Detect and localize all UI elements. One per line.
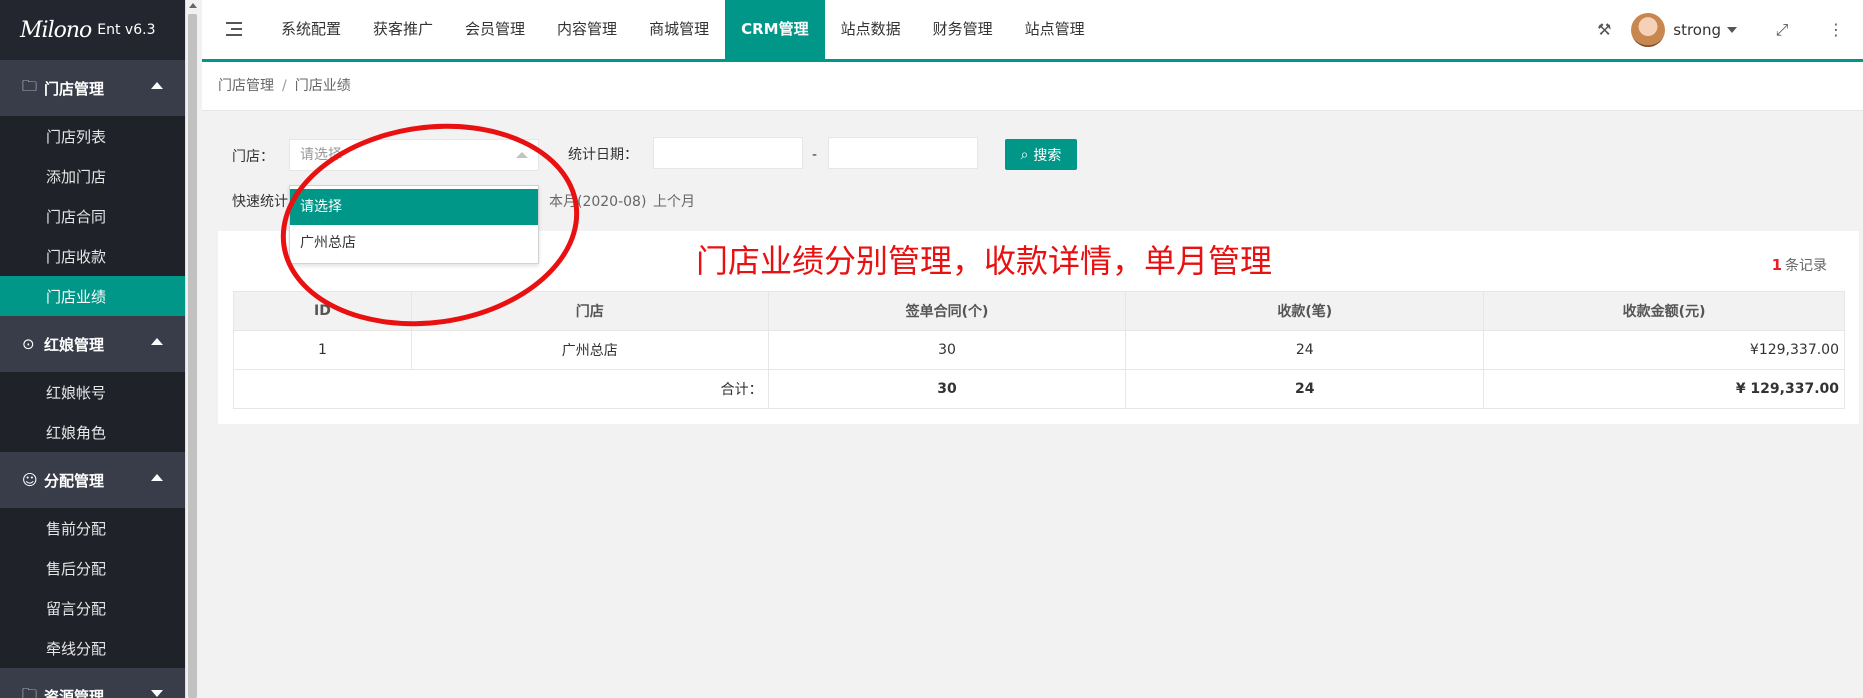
table-row: 1 广州总店 30 24 ¥129,337.00 <box>233 330 1845 370</box>
sidebar: Milono Ent v6.3 🗀 门店管理 门店列表 添加门店 门店合同 门店… <box>0 0 185 698</box>
expand-arrow-icon <box>151 690 163 697</box>
avatar[interactable] <box>1631 12 1666 47</box>
search-button[interactable]: ⌕ 搜索 <box>1005 139 1077 170</box>
headset-icon: ⊙ <box>22 335 35 353</box>
cell-contracts: 30 <box>767 330 1127 370</box>
menu-toggle-icon[interactable] <box>226 22 242 36</box>
cell-store: 广州总店 <box>410 330 769 370</box>
clear-cache-icon[interactable]: ⚒ <box>1591 20 1617 39</box>
quick-stats-label: 快速统计 <box>232 194 288 210</box>
user-assign-icon: ☺ <box>22 471 38 489</box>
sidebar-item-add-store[interactable]: 添加门店 <box>0 156 185 196</box>
nav-promotion[interactable]: 获客推广 <box>357 0 449 59</box>
end-date-input[interactable] <box>828 137 978 169</box>
sidebar-scrollbar[interactable] <box>185 0 199 698</box>
breadcrumb-current: 门店业绩 <box>294 78 351 94</box>
sidebar-item-store-list[interactable]: 门店列表 <box>0 116 185 156</box>
cell-payments: 24 <box>1125 330 1485 370</box>
sidebar-item-message-assign[interactable]: 留言分配 <box>0 588 185 628</box>
header-right: ⚒ strong ⤢ ⋮ <box>1577 0 1863 59</box>
nav-content[interactable]: 内容管理 <box>541 0 633 59</box>
sidebar-group-label: 分配管理 <box>44 471 105 490</box>
nav-site-manage[interactable]: 站点管理 <box>1009 0 1101 59</box>
annotation-text: 门店业绩分别管理，收款详情，单月管理 <box>696 242 1273 280</box>
sidebar-group-assign[interactable]: ☺ 分配管理 <box>0 452 185 508</box>
sidebar-item-matchmaker-account[interactable]: 红娘帐号 <box>0 372 185 412</box>
start-date-input[interactable] <box>653 137 803 169</box>
total-contracts: 30 <box>767 369 1127 409</box>
search-icon: ⌕ <box>1020 146 1029 163</box>
store-label: 门店： <box>232 149 274 165</box>
sidebar-group-label: 红娘管理 <box>44 335 105 354</box>
nav-members[interactable]: 会员管理 <box>449 0 541 59</box>
chevron-down-icon[interactable] <box>1727 26 1737 33</box>
sidebar-item-aftersale-assign[interactable]: 售后分配 <box>0 548 185 588</box>
breadcrumb: 门店管理 / 门店业绩 <box>202 62 1863 111</box>
collapse-arrow-icon <box>151 338 163 345</box>
sidebar-group-store[interactable]: 🗀 门店管理 <box>0 60 185 116</box>
date-separator: - <box>812 147 818 163</box>
sidebar-group-label: 资源管理 <box>44 687 105 698</box>
logo[interactable]: Milono Ent v6.3 <box>0 0 185 60</box>
nav-crm[interactable]: CRM管理 <box>725 0 825 59</box>
record-count-number: 1 <box>1771 256 1782 274</box>
nav-mall[interactable]: 商城管理 <box>633 0 725 59</box>
col-header-amount[interactable]: 收款金额(元) <box>1483 291 1845 331</box>
top-nav: 系统配置 获客推广 会员管理 内容管理 商城管理 CRM管理 站点数据 财务管理… <box>265 0 1101 59</box>
nav-system-config[interactable]: 系统配置 <box>265 0 357 59</box>
more-vertical-icon[interactable]: ⋮ <box>1823 20 1849 39</box>
quick-last-month[interactable]: 上个月 <box>653 191 695 211</box>
nav-finance[interactable]: 财务管理 <box>917 0 1009 59</box>
sidebar-group-resource[interactable]: 🗀 资源管理 <box>0 668 185 698</box>
total-label: 合计： <box>233 369 769 409</box>
col-header-payments[interactable]: 收款(笔) <box>1125 291 1485 331</box>
record-count-suffix: 条记录 <box>1785 258 1827 274</box>
logo-mark: Milono <box>20 17 92 43</box>
scroll-up-icon[interactable] <box>189 3 197 8</box>
sidebar-item-match-assign[interactable]: 牵线分配 <box>0 628 185 668</box>
breadcrumb-parent[interactable]: 门店管理 <box>218 78 274 94</box>
version-label: Ent v6.3 <box>97 22 156 38</box>
fullscreen-icon[interactable]: ⤢ <box>1769 20 1795 40</box>
search-button-label: 搜索 <box>1033 147 1062 164</box>
record-count: 1 条记录 <box>1772 255 1827 275</box>
folder-icon: 🗀 <box>22 76 38 95</box>
breadcrumb-separator: / <box>282 78 287 94</box>
table-total-row: 合计： 30 24 ¥ 129,337.00 <box>233 369 1845 409</box>
collapse-arrow-icon <box>151 474 163 481</box>
sidebar-item-store-contract[interactable]: 门店合同 <box>0 196 185 236</box>
top-header: 系统配置 获客推广 会员管理 内容管理 商城管理 CRM管理 站点数据 财务管理… <box>202 0 1863 62</box>
sidebar-item-store-payment[interactable]: 门店收款 <box>0 236 185 276</box>
col-header-contracts[interactable]: 签单合同(个) <box>767 291 1127 331</box>
sidebar-item-presale-assign[interactable]: 售前分配 <box>0 508 185 548</box>
total-payments: 24 <box>1125 369 1485 409</box>
sidebar-item-matchmaker-role[interactable]: 红娘角色 <box>0 412 185 452</box>
cell-id: 1 <box>233 330 412 370</box>
scrollbar-thumb[interactable] <box>188 14 197 698</box>
date-label: 统计日期： <box>568 147 638 163</box>
collapse-arrow-icon <box>151 82 163 89</box>
folder-icon: 🗀 <box>22 684 38 698</box>
cell-amount: ¥129,337.00 <box>1483 330 1845 370</box>
sidebar-item-store-performance[interactable]: 门店业绩 <box>0 276 185 316</box>
username[interactable]: strong <box>1673 21 1721 39</box>
sidebar-group-label: 门店管理 <box>44 79 105 98</box>
nav-site-data[interactable]: 站点数据 <box>825 0 917 59</box>
sidebar-group-matchmaker[interactable]: ⊙ 红娘管理 <box>0 316 185 372</box>
total-amount: ¥ 129,337.00 <box>1483 369 1845 409</box>
